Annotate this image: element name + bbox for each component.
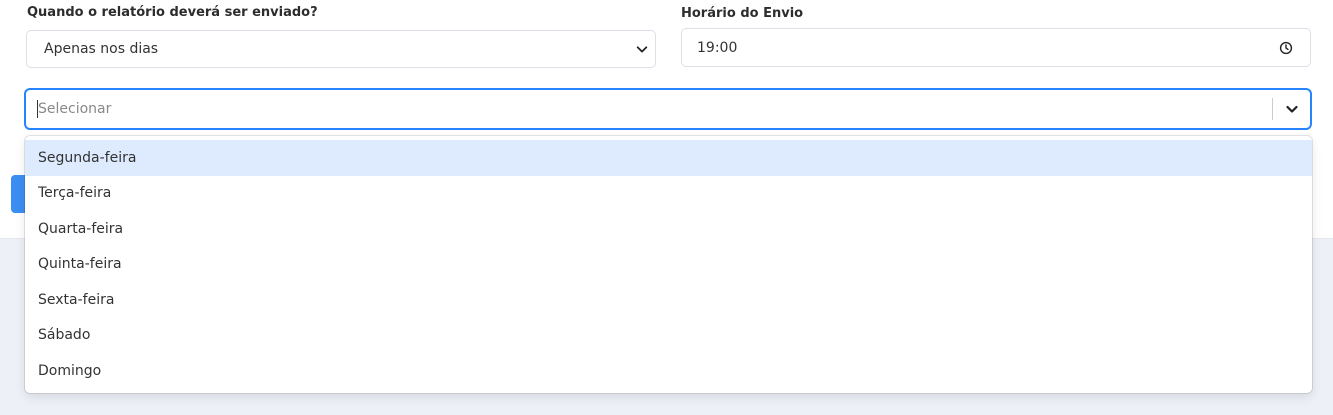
time-input-value: 19:00 <box>697 39 738 56</box>
option-domingo[interactable]: Domingo <box>25 353 1312 389</box>
option-terca-feira[interactable]: Terça-feira <box>25 176 1312 212</box>
option-segunda-feira[interactable]: Segunda-feira <box>25 140 1312 176</box>
time-input[interactable]: 19:00 <box>681 28 1311 67</box>
option-sabado[interactable]: Sábado <box>25 318 1312 354</box>
indicator-separator <box>1272 98 1273 120</box>
option-sexta-feira[interactable]: Sexta-feira <box>25 282 1312 318</box>
chevron-down-icon[interactable] <box>1284 101 1300 117</box>
days-multiselect[interactable]: Selecionar <box>25 89 1311 129</box>
when-select[interactable]: Apenas nos dias <box>26 30 656 68</box>
clock-icon[interactable] <box>1279 41 1293 55</box>
days-dropdown-menu: Segunda-feira Terça-feira Quarta-feira Q… <box>25 136 1312 393</box>
time-label: Horário do Envio <box>681 6 804 21</box>
when-label: Quando o relatório deverá ser enviado? <box>27 5 318 20</box>
option-quinta-feira[interactable]: Quinta-feira <box>25 247 1312 283</box>
chevron-down-icon <box>636 46 648 53</box>
days-placeholder: Selecionar <box>38 101 112 117</box>
option-quarta-feira[interactable]: Quarta-feira <box>25 211 1312 247</box>
when-select-value: Apenas nos dias <box>44 41 159 57</box>
